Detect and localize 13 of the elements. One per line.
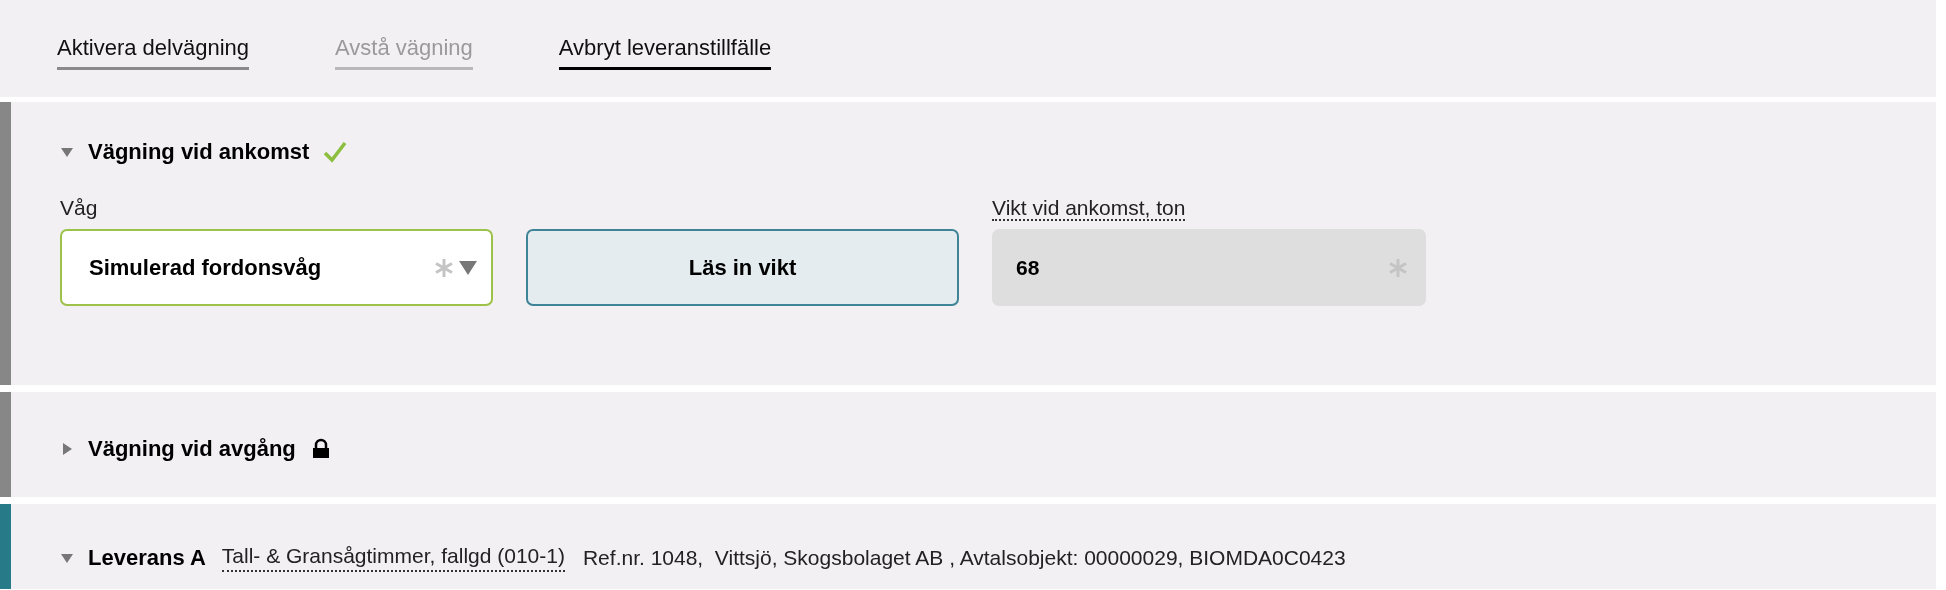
- expand-caret-icon[interactable]: [60, 441, 74, 456]
- action-link[interactable]: Aktivera delvägning: [57, 31, 249, 70]
- section-title: Leverans A: [88, 544, 206, 572]
- section-title: Vägning vid ankomst: [88, 138, 310, 166]
- field-label: Vikt vid ankomst, ton: [992, 196, 1186, 221]
- read-weight-button[interactable]: Läs in vikt: [526, 229, 959, 306]
- section-title: Vägning vid avgång: [88, 435, 296, 463]
- scale-select[interactable]: Simulerad fordonsvåg: [60, 229, 493, 306]
- action-link[interactable]: Avbryt leveranstillfälle: [558, 31, 772, 70]
- field-label: Våg: [60, 195, 99, 221]
- delivery-details: Ref.nr. 1048, Vittsjö, Skogsbolaget AB , Avtalsobjekt: 00000029, BIOMDA0C0423: [582, 544, 1346, 571]
- product-link[interactable]: Tall- & Gransågtimmer, fallgd (010-1): [221, 543, 565, 572]
- dropdown-caret-icon: [458, 259, 478, 276]
